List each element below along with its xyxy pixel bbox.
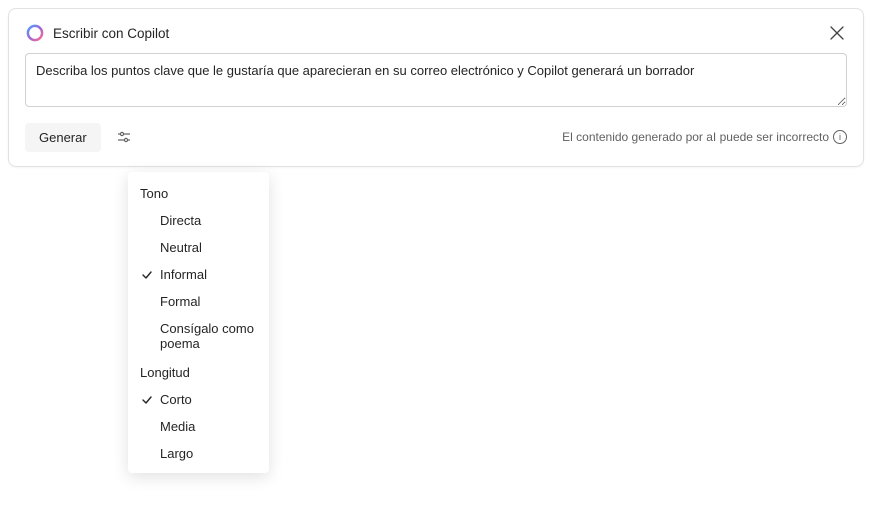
tone-length-dropdown: Tono Directa Neutral Informal Formal Con… bbox=[128, 172, 269, 473]
check-icon bbox=[138, 269, 156, 281]
tone-option-neutral[interactable]: Neutral bbox=[128, 234, 269, 261]
copilot-logo-icon bbox=[25, 23, 45, 43]
length-option-largo[interactable]: Largo bbox=[128, 440, 269, 467]
length-option-corto[interactable]: Corto bbox=[128, 386, 269, 413]
tone-section-label: Tono bbox=[128, 178, 269, 207]
copilot-compose-card: Escribir con Copilot Generar El contenid… bbox=[8, 8, 864, 167]
tone-option-poema[interactable]: Consígalo como poema bbox=[128, 315, 269, 357]
close-button[interactable] bbox=[827, 23, 847, 43]
info-icon[interactable]: i bbox=[833, 130, 847, 144]
ai-disclaimer: El contenido generado por aI puede ser i… bbox=[562, 130, 847, 144]
sliders-icon bbox=[116, 129, 132, 145]
close-icon bbox=[830, 26, 844, 40]
title-wrap: Escribir con Copilot bbox=[25, 23, 169, 43]
card-title: Escribir con Copilot bbox=[53, 26, 169, 41]
card-header: Escribir con Copilot bbox=[25, 23, 847, 43]
adjust-options-button[interactable] bbox=[107, 122, 141, 152]
generate-button[interactable]: Generar bbox=[25, 123, 101, 152]
length-option-media[interactable]: Media bbox=[128, 413, 269, 440]
check-icon bbox=[138, 394, 156, 406]
length-section-label: Longitud bbox=[128, 357, 269, 386]
tone-option-informal[interactable]: Informal bbox=[128, 261, 269, 288]
action-row: Generar El contenido generado por aI pue… bbox=[25, 122, 847, 152]
disclaimer-text: El contenido generado por aI puede ser i… bbox=[562, 130, 829, 144]
tone-option-formal[interactable]: Formal bbox=[128, 288, 269, 315]
prompt-textarea[interactable] bbox=[25, 53, 847, 107]
tone-option-directa[interactable]: Directa bbox=[128, 207, 269, 234]
